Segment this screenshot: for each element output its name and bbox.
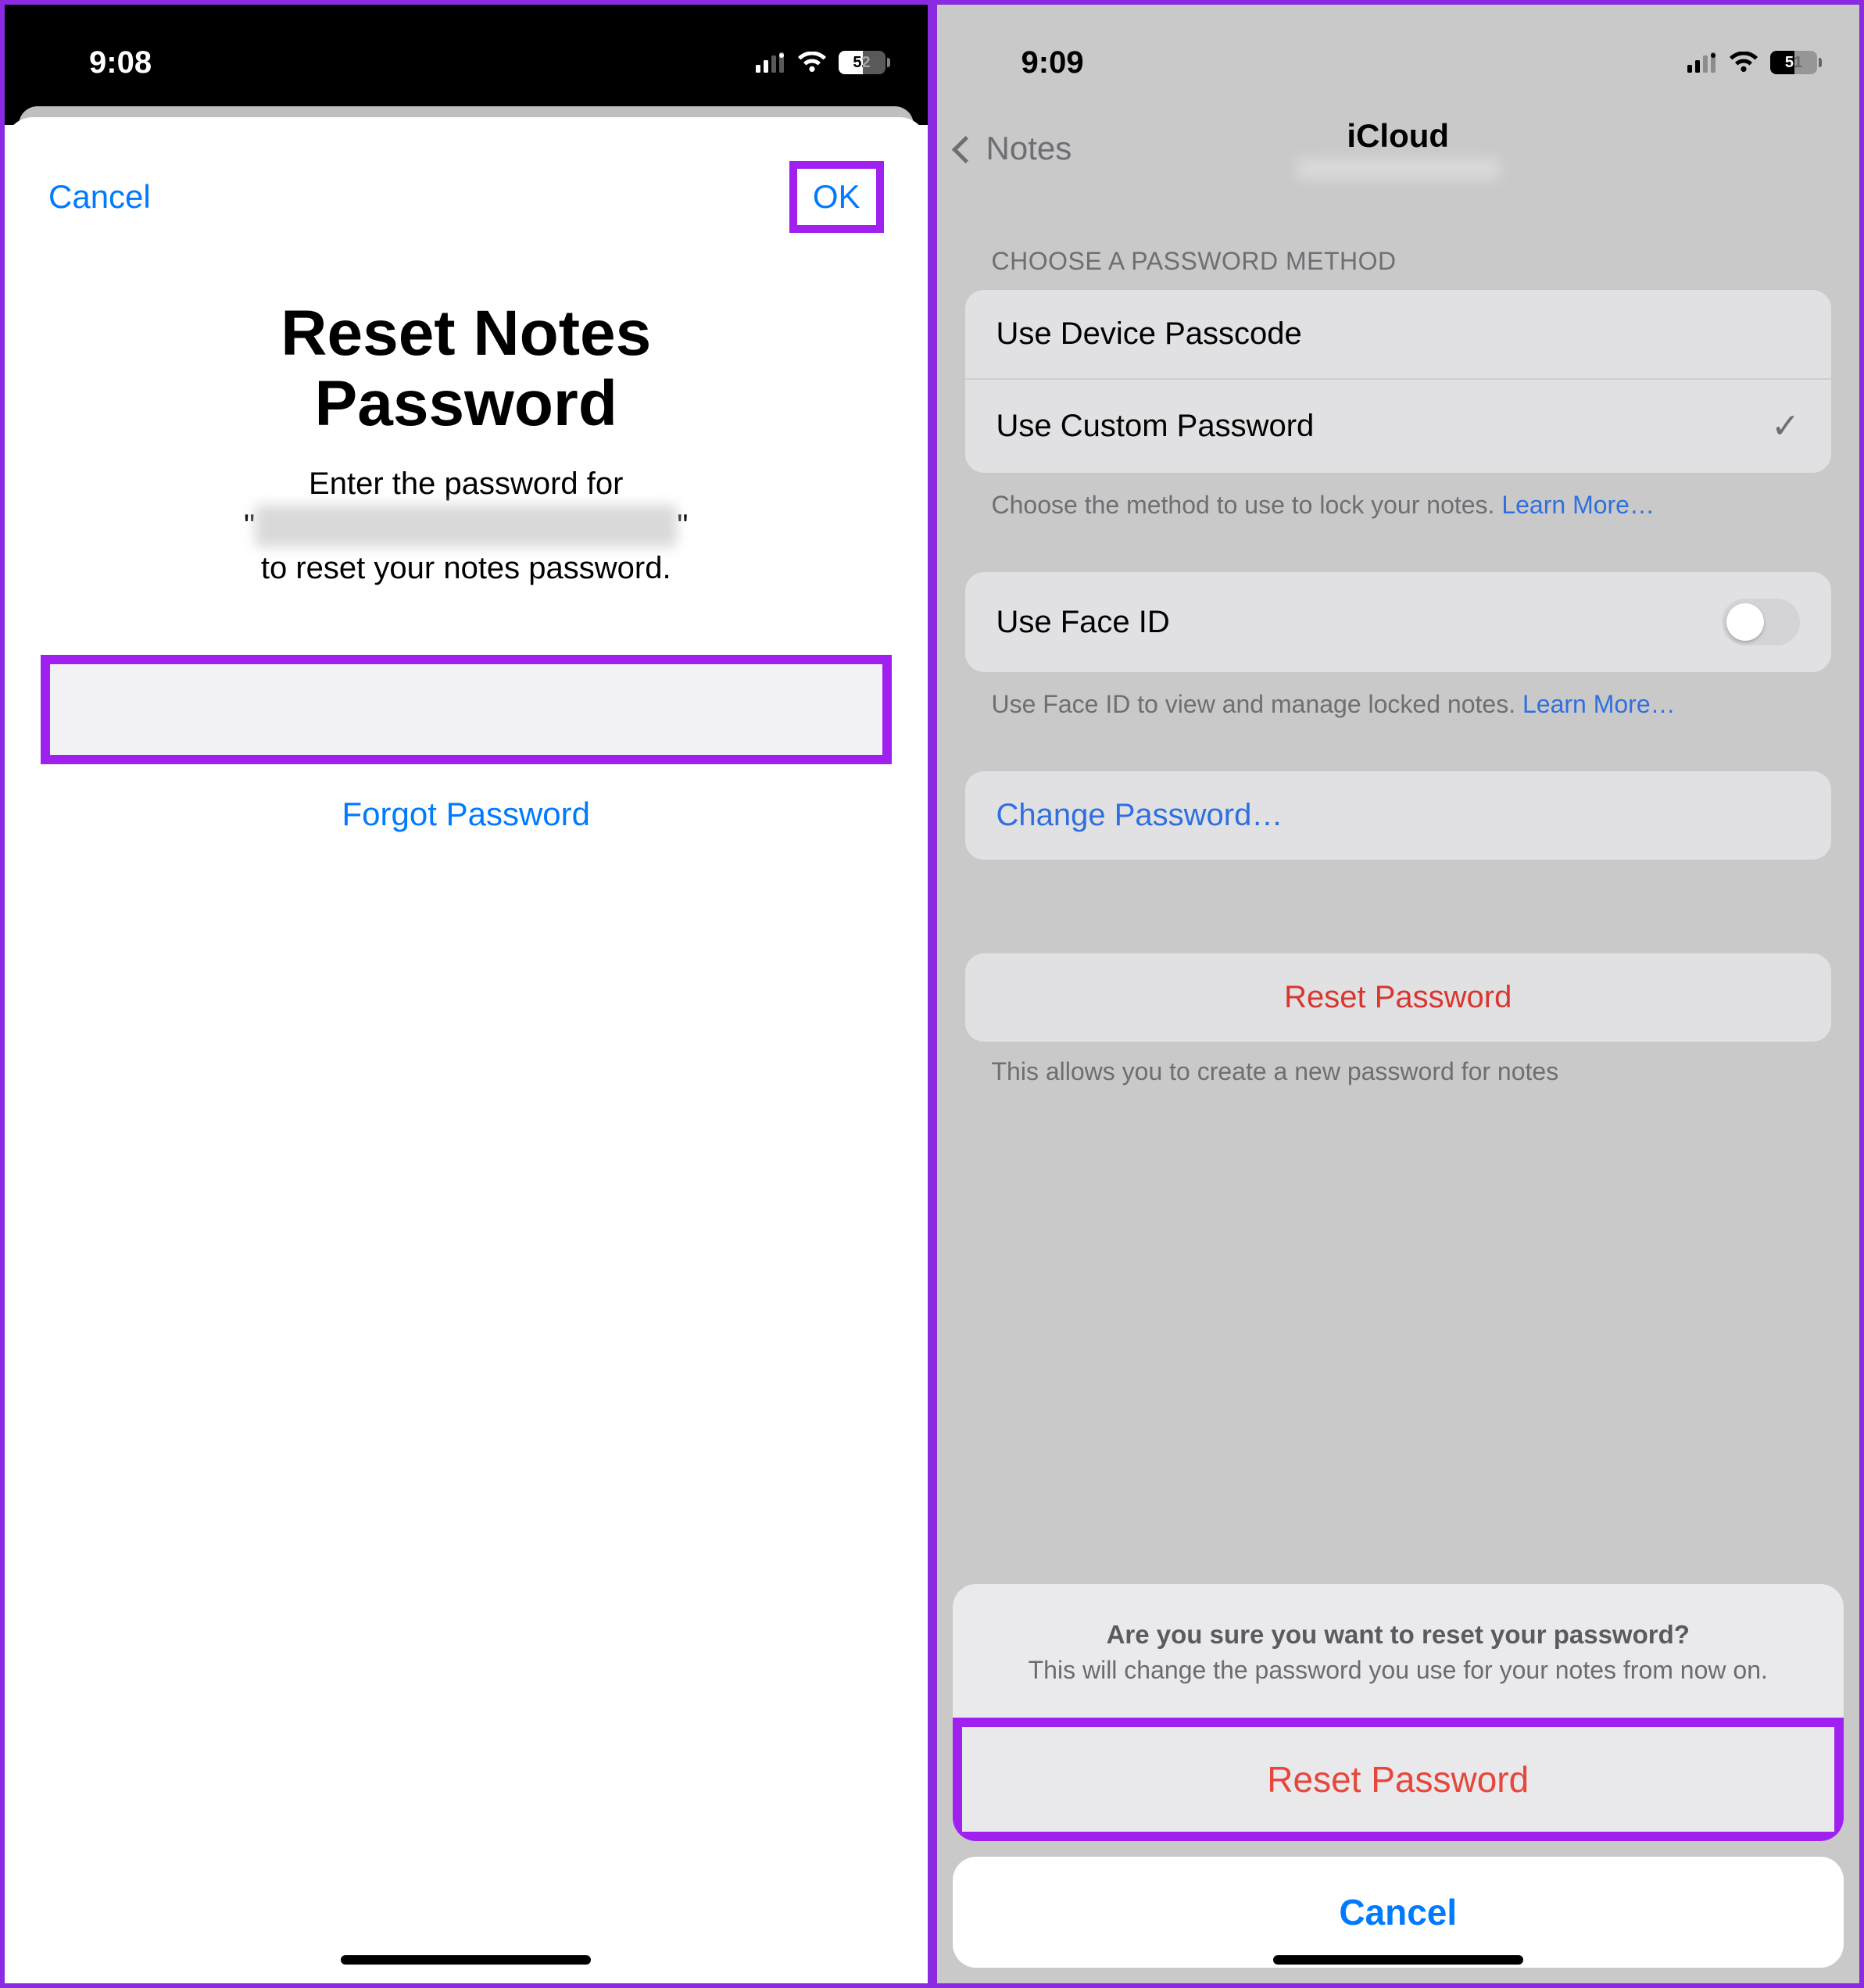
group-change-password: Change Password… xyxy=(965,771,1832,860)
status-bar: 9:08 52 xyxy=(5,5,928,106)
settings-nav: Notes iCloud xxxxxxxxxxxxxx xyxy=(937,106,1860,184)
cellular-icon xyxy=(756,52,785,73)
row-reset-password[interactable]: Reset Password xyxy=(965,953,1832,1042)
action-sheet-message: Are you sure you want to reset your pass… xyxy=(953,1584,1844,1718)
screenshot-left: 9:08 52 Cancel OK Reset NotesPassword En… xyxy=(0,0,932,1988)
cancel-button[interactable]: Cancel xyxy=(48,178,151,216)
footer-password-method: Choose the method to use to lock your no… xyxy=(937,473,1860,522)
password-input[interactable] xyxy=(41,655,892,764)
battery-icon: 52 xyxy=(839,51,890,74)
group-faceid: Use Face ID xyxy=(965,572,1832,672)
page-title: iCloud xyxy=(1347,117,1449,155)
status-time: 9:09 xyxy=(975,45,1084,80)
modal-nav: Cancel OK xyxy=(5,117,928,252)
wifi-icon xyxy=(1728,52,1759,73)
redacted-account: xxxxxxxxxxxxxx xyxy=(1297,158,1500,180)
row-use-face-id[interactable]: Use Face ID xyxy=(965,572,1832,672)
row-use-custom-password[interactable]: Use Custom Password ✓ xyxy=(965,378,1832,473)
learn-more-link[interactable]: Learn More… xyxy=(1501,491,1655,519)
wifi-icon xyxy=(796,52,828,73)
status-icons: 51 xyxy=(1687,51,1822,74)
footer-faceid: Use Face ID to view and manage locked no… xyxy=(937,672,1860,721)
cellular-icon xyxy=(1687,52,1717,73)
faceid-toggle[interactable] xyxy=(1722,599,1800,645)
modal-sheet: Cancel OK Reset NotesPassword Enter the … xyxy=(5,117,928,1971)
screenshot-right: 9:09 51 Notes iCloud xxxxxxxxxxxxxx CHOO… xyxy=(932,0,1864,1988)
status-icons: 52 xyxy=(756,51,890,74)
battery-icon: 51 xyxy=(1770,51,1822,74)
modal-title: Reset NotesPassword xyxy=(52,299,881,439)
status-bar: 9:09 51 xyxy=(937,5,1860,106)
forgot-password-link[interactable]: Forgot Password xyxy=(342,796,590,832)
action-sheet: Are you sure you want to reset your pass… xyxy=(953,1584,1844,1968)
group-reset-password: Reset Password xyxy=(965,953,1832,1042)
section-header-password-method: CHOOSE A PASSWORD METHOD xyxy=(937,184,1860,290)
action-sheet-cancel-button[interactable]: Cancel xyxy=(953,1857,1844,1968)
home-indicator xyxy=(341,1955,591,1965)
chevron-left-icon xyxy=(956,130,982,167)
modal-subtitle: Enter the password for "xxxxxxxxxxxxxxxx… xyxy=(52,463,881,589)
row-use-device-passcode[interactable]: Use Device Passcode xyxy=(965,290,1832,378)
status-time: 9:08 xyxy=(42,45,152,80)
row-change-password[interactable]: Change Password… xyxy=(965,771,1832,860)
back-button[interactable]: Notes xyxy=(956,130,1072,167)
home-indicator xyxy=(1273,1955,1523,1965)
redacted-email: xxxxxxxxxxxxxxxxxxxxxxxxxxx xyxy=(255,505,677,547)
group-password-method: Use Device Passcode Use Custom Password … xyxy=(965,290,1832,473)
learn-more-link[interactable]: Learn More… xyxy=(1522,690,1676,718)
ok-button[interactable]: OK xyxy=(789,161,884,233)
action-sheet-reset-button[interactable]: Reset Password xyxy=(953,1718,1844,1841)
footer-reset-password: This allows you to create a new password… xyxy=(937,1042,1860,1086)
checkmark-icon: ✓ xyxy=(1771,406,1800,446)
